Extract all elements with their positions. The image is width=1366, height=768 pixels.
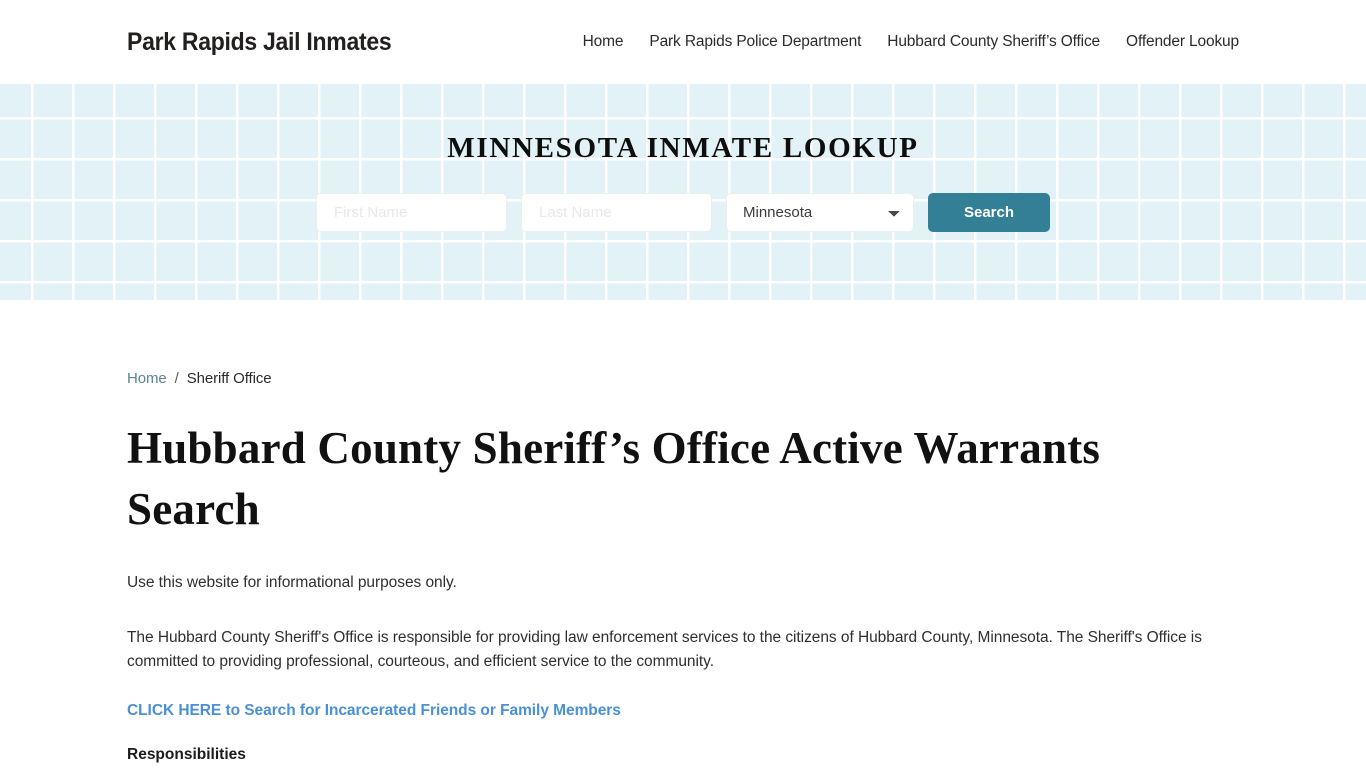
intro-paragraph: Use this website for informational purpo… xyxy=(127,574,457,591)
description-paragraph: The Hubbard County Sheriff's Office is r… xyxy=(127,629,1202,670)
responsibilities-heading: Responsibilities xyxy=(127,746,246,763)
page-title: Hubbard County Sheriff’s Office Active W… xyxy=(127,423,1101,534)
nav-item-offender-lookup[interactable]: Offender Lookup xyxy=(1126,33,1239,51)
hero-title: MINNESOTA INMATE LOOKUP xyxy=(447,132,919,164)
inmate-search-cta-link[interactable]: CLICK HERE to Search for Incarcerated Fr… xyxy=(127,702,1239,720)
breadcrumb-link-home[interactable]: Home xyxy=(127,370,167,387)
breadcrumb-separator: / xyxy=(174,370,179,387)
site-header: Park Rapids Jail Inmates Home Park Rapid… xyxy=(0,0,1366,84)
hero-search-banner: MINNESOTA INMATE LOOKUP Minnesota Search xyxy=(0,84,1366,300)
page-main: Home / Sheriff Office Hubbard County She… xyxy=(0,370,1366,768)
breadcrumb-current-page: Sheriff Office xyxy=(186,370,272,387)
breadcrumb: Home / Sheriff Office xyxy=(127,370,1239,387)
nav-item-park-rapids-police-department[interactable]: Park Rapids Police Department xyxy=(649,33,861,51)
nav-item-home[interactable]: Home xyxy=(583,33,624,51)
nav-item-hubbard-county-sheriffs-office[interactable]: Hubbard County Sheriff’s Office xyxy=(887,33,1100,51)
primary-navigation: Home Park Rapids Police Department Hubba… xyxy=(583,33,1240,51)
first-name-input[interactable] xyxy=(316,193,507,232)
last-name-input[interactable] xyxy=(521,193,712,232)
inmate-search-form: Minnesota Search xyxy=(316,193,1050,232)
site-brand-title[interactable]: Park Rapids Jail Inmates xyxy=(127,28,392,57)
search-button[interactable]: Search xyxy=(928,193,1050,232)
state-select[interactable]: Minnesota xyxy=(726,193,914,232)
